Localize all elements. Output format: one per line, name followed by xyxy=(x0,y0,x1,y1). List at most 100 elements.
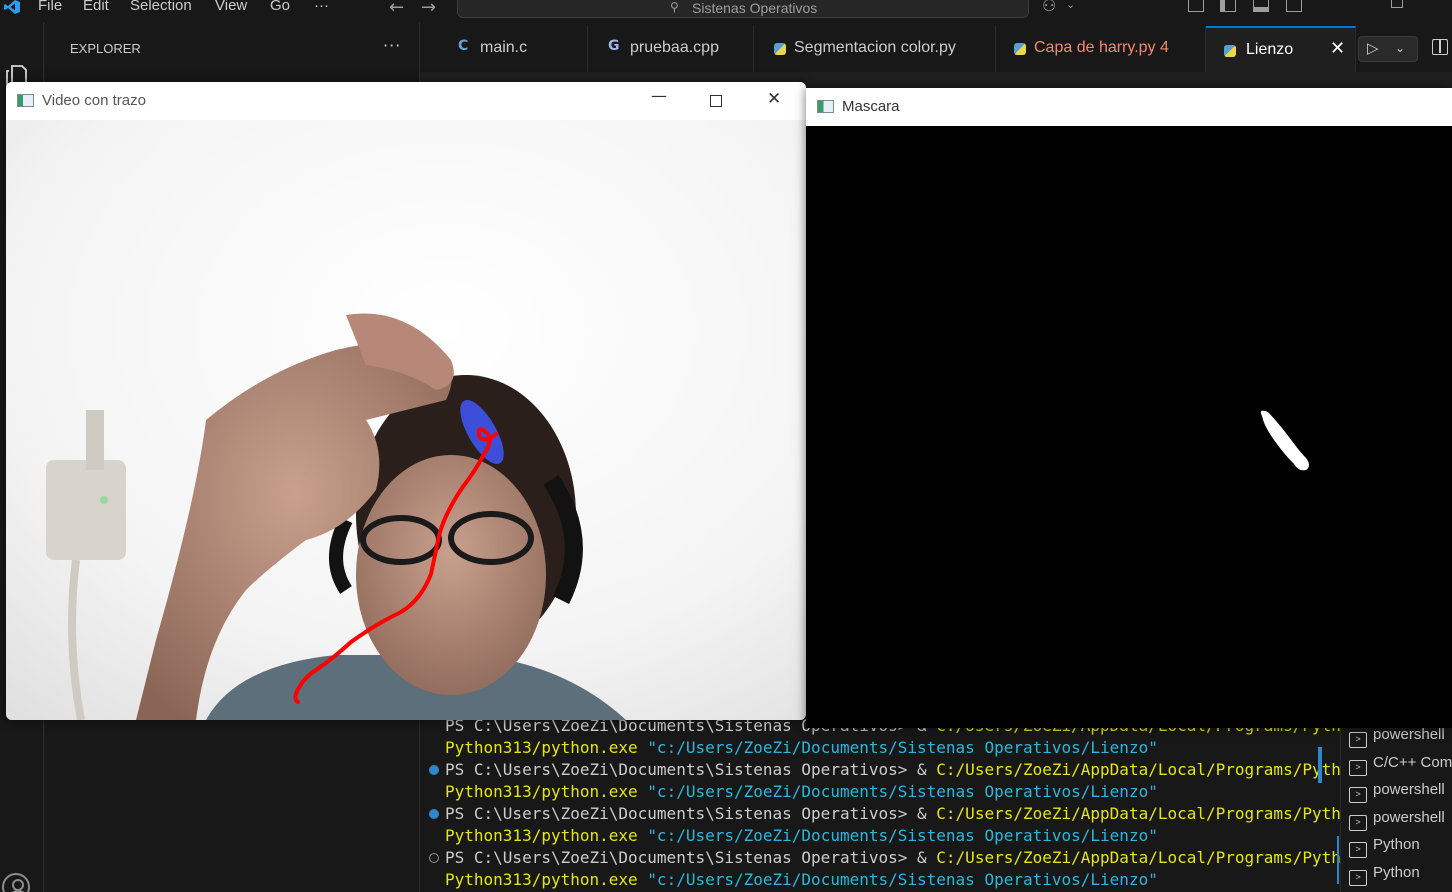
tab-pruebaa-cpp[interactable]: G pruebaa.cpp xyxy=(588,26,754,72)
terminal-line: Python313/python.exe "c:/Users/ZoeZi/Doc… xyxy=(445,781,1158,803)
command-path: Python313/python.exe xyxy=(445,870,648,889)
title-bar: File Edit Selection View Go ··· ← → ⚲ Si… xyxy=(0,0,1452,22)
vscode-logo-icon xyxy=(4,0,20,14)
terminal-icon: > xyxy=(1349,759,1367,776)
terminal-scrollbar[interactable] xyxy=(1318,747,1322,783)
run-python-file-button[interactable]: ▷ ⌄ xyxy=(1358,36,1418,62)
terminal-instance-list: > powershell > C/C++ Com > powershell > powersh… xyxy=(1337,715,1452,892)
copilot-icon[interactable]: ⚇ xyxy=(1042,0,1056,15)
tab-segmentacion-color[interactable]: Segmentacion color.py xyxy=(754,26,996,72)
terminal-icon: > xyxy=(1349,842,1367,858)
video-with-stroke-window[interactable]: Video con trazo — ✕ xyxy=(6,82,806,720)
terminal-line: PS C:\Users\ZoeZi\Documents\Sistenas Ope… xyxy=(445,803,1340,825)
explorer-title: EXPLORER xyxy=(70,41,141,56)
call-operator: & xyxy=(917,804,937,823)
terminal-instance-item[interactable]: > Python xyxy=(1349,836,1420,858)
tab-lienzo[interactable]: Lienzo ✕ xyxy=(1206,26,1356,72)
active-terminal-indicator xyxy=(1337,836,1339,884)
close-tab-icon[interactable]: ✕ xyxy=(1330,38,1345,59)
terminal-panel[interactable]: PS C:\Users\ZoeZi\Documents\Sistenas Ope… xyxy=(420,715,1340,892)
terminal-line: Python313/python.exe "c:/Users/ZoeZi/Doc… xyxy=(445,869,1158,891)
command-path: C:/Users/ZoeZi/AppData/Local/Programs/Py… xyxy=(936,760,1340,779)
terminal-instance-item[interactable]: > powershell xyxy=(1349,781,1445,803)
cpp-file-icon: G xyxy=(608,38,620,54)
menu-go[interactable]: Go xyxy=(270,0,290,18)
python-file-icon xyxy=(774,43,786,55)
mask-window[interactable]: Mascara xyxy=(806,88,1452,728)
command-status-dot[interactable] xyxy=(429,809,439,819)
webcam-frame xyxy=(6,120,806,720)
command-argument: "c:/Users/ZoeZi/Documents/Sistenas Opera… xyxy=(647,782,1158,801)
back-arrow-icon[interactable]: ← xyxy=(389,0,404,18)
menu-edit[interactable]: Edit xyxy=(83,0,109,18)
menu-more[interactable]: ··· xyxy=(314,0,329,18)
command-status-dot[interactable] xyxy=(429,853,439,863)
terminal-instance-item[interactable]: > powershell xyxy=(1349,808,1445,831)
c-file-icon: C xyxy=(458,38,469,54)
terminal-instance-label: Python xyxy=(1373,863,1420,881)
command-path: Python313/python.exe xyxy=(445,782,648,801)
terminal-line: PS C:\Users\ZoeZi\Documents\Sistenas Ope… xyxy=(445,847,1340,869)
window-title-bar[interactable]: Mascara xyxy=(806,88,1452,126)
command-path: Python313/python.exe xyxy=(445,738,648,757)
tab-label: Segmentacion color.py xyxy=(794,39,956,56)
tab-label: main.c xyxy=(480,39,528,56)
terminal-line: Python313/python.exe "c:/Users/ZoeZi/Doc… xyxy=(445,737,1158,759)
toggle-secondary-sidebar-icon[interactable] xyxy=(1286,0,1302,12)
command-path: C:/Users/ZoeZi/AppData/Local/Programs/Py… xyxy=(936,804,1340,823)
python-file-icon xyxy=(1014,43,1026,55)
opencv-window-icon xyxy=(17,94,34,107)
tab-label: Lienzo xyxy=(1246,41,1294,58)
terminal-icon: > xyxy=(1349,814,1367,831)
command-argument: "c:/Users/ZoeZi/Documents/Sistenas Opera… xyxy=(647,870,1158,889)
terminal-instance-item[interactable]: > powershell xyxy=(1349,726,1445,748)
menu-selection[interactable]: Selection xyxy=(130,0,192,18)
tab-capa-de-harry[interactable]: Capa de harry.py 4 xyxy=(996,26,1206,72)
chevron-down-icon[interactable]: ⌄ xyxy=(1395,41,1405,55)
prompt-text: PS C:\Users\ZoeZi\Documents\Sistenas Ope… xyxy=(445,760,918,779)
command-center-label: Sistenas Operativos xyxy=(692,0,818,16)
copilot-chevron-icon[interactable]: ⌄ xyxy=(1066,0,1075,11)
minimize-icon[interactable]: — xyxy=(1334,0,1352,9)
terminal-instance-label: powershell xyxy=(1373,808,1445,826)
python-file-icon xyxy=(1224,45,1236,57)
call-operator: & xyxy=(917,760,937,779)
menu-file[interactable]: File xyxy=(38,0,62,18)
tab-label: pruebaa.cpp xyxy=(630,39,719,56)
explorer-more-icon[interactable]: ··· xyxy=(383,36,401,55)
customize-layout-icon[interactable] xyxy=(1188,0,1204,12)
account-icon[interactable] xyxy=(2,873,30,892)
toggle-sidebar-icon[interactable] xyxy=(1220,0,1236,12)
terminal-instance-label: powershell xyxy=(1373,726,1445,743)
call-operator: & xyxy=(917,848,937,867)
maximize-icon[interactable] xyxy=(1391,0,1403,8)
terminal-instance-item[interactable]: > C/C++ Com xyxy=(1349,754,1452,776)
split-editor-icon[interactable] xyxy=(1432,39,1448,55)
menu-view[interactable]: View xyxy=(215,0,247,18)
prompt-text: PS C:\Users\ZoeZi\Documents\Sistenas Ope… xyxy=(445,804,918,823)
editor-tab-bar: C main.c G pruebaa.cpp Segmentacion colo… xyxy=(420,22,1452,72)
window-title-bar[interactable]: Video con trazo — ✕ xyxy=(6,82,806,120)
command-status-dot[interactable] xyxy=(429,765,439,775)
tab-main-c[interactable]: C main.c xyxy=(438,26,588,72)
command-center[interactable]: ⚲ Sistenas Operativos xyxy=(457,0,1029,18)
terminal-icon: > xyxy=(1349,787,1367,803)
command-argument: "c:/Users/ZoeZi/Documents/Sistenas Opera… xyxy=(647,738,1158,757)
prompt-text: PS C:\Users\ZoeZi\Documents\Sistenas Ope… xyxy=(445,848,918,867)
toggle-panel-icon[interactable] xyxy=(1253,0,1269,12)
close-icon[interactable]: ✕ xyxy=(767,89,781,109)
terminal-line: PS C:\Users\ZoeZi\Documents\Sistenas Ope… xyxy=(445,759,1340,781)
maximize-icon[interactable] xyxy=(710,95,722,107)
tab-label: Capa de harry.py 4 xyxy=(1034,39,1169,56)
binary-mask-frame xyxy=(806,126,1452,728)
search-icon: ⚲ xyxy=(670,0,679,14)
terminal-instance-item[interactable]: > Python xyxy=(1349,863,1420,886)
opencv-window-icon xyxy=(817,100,834,113)
forward-arrow-icon[interactable]: → xyxy=(421,0,436,18)
terminal-line: Python313/python.exe "c:/Users/ZoeZi/Doc… xyxy=(445,825,1158,847)
command-path: Python313/python.exe xyxy=(445,826,648,845)
window-title: Video con trazo xyxy=(42,92,146,109)
minimize-icon[interactable]: — xyxy=(651,86,667,105)
command-argument: "c:/Users/ZoeZi/Documents/Sistenas Opera… xyxy=(647,826,1158,845)
window-title: Mascara xyxy=(842,98,900,115)
